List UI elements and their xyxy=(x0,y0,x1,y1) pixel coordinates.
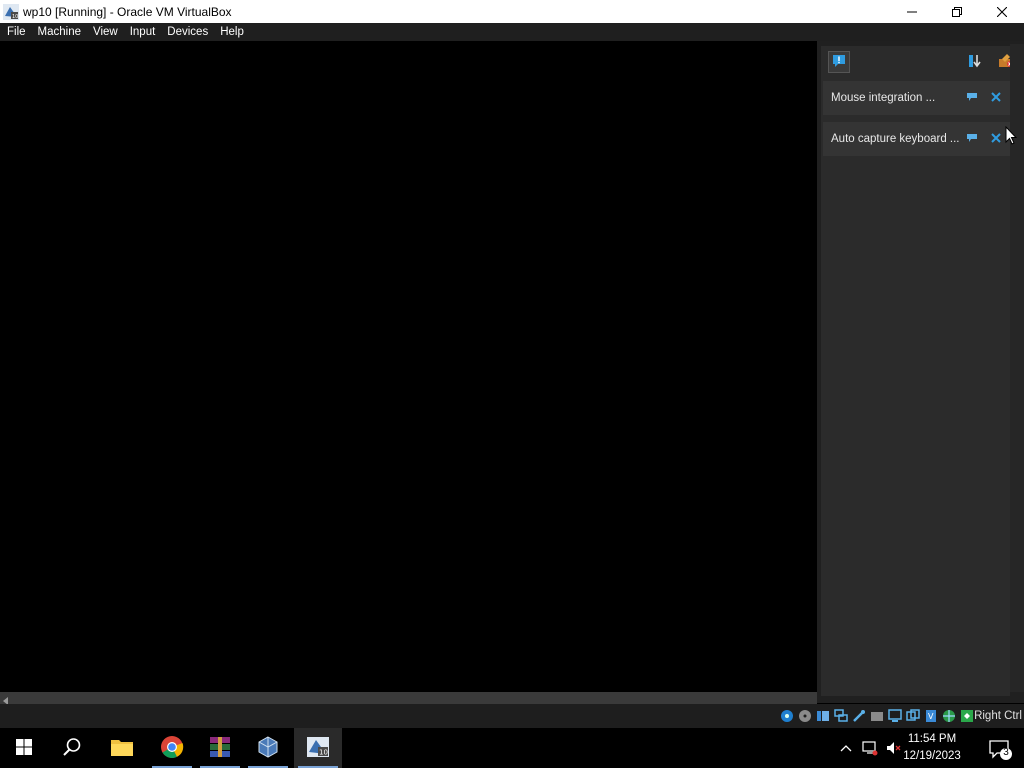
title-bar: 10 wp10 [Running] - Oracle VM VirtualBox xyxy=(0,0,1024,23)
notification-list: Mouse integration ... Auto capture keybo… xyxy=(821,46,1013,696)
mouse-integration-icon[interactable] xyxy=(942,709,956,723)
pin-icon xyxy=(966,91,978,105)
host-key-label[interactable]: Right Ctrl xyxy=(974,708,1022,724)
taskbar-winrar[interactable] xyxy=(196,728,244,768)
virtualbox-app-icon[interactable]: 10 xyxy=(3,3,19,20)
keyboard-icon[interactable] xyxy=(960,709,974,723)
virtualbox-vm-icon: 10 xyxy=(306,736,330,761)
search-icon xyxy=(62,737,82,760)
close-icon xyxy=(991,91,1001,105)
notification-item: Mouse integration ... xyxy=(823,81,1010,115)
window-controls xyxy=(889,0,1024,23)
menu-view[interactable]: View xyxy=(88,23,123,41)
system-tray: 11:54 PM 12/19/2023 3 xyxy=(824,728,1024,768)
svg-text:10: 10 xyxy=(12,14,18,20)
start-button[interactable] xyxy=(0,728,48,768)
horizontal-scrollbar[interactable] xyxy=(0,692,817,705)
network-status-icon[interactable] xyxy=(862,740,878,756)
status-indicators: V xyxy=(776,708,974,724)
taskbar: 10 11:54 PM 12/19/2023 3 xyxy=(0,728,1024,768)
close-button[interactable] xyxy=(979,0,1024,23)
clock-date: 12/19/2023 xyxy=(903,750,961,762)
action-center-button[interactable]: 3 xyxy=(988,738,1012,762)
optical-disk-icon[interactable] xyxy=(798,709,812,723)
taskbar-clock[interactable]: 11:54 PM 12/19/2023 xyxy=(896,731,968,765)
window-title: wp10 [Running] - Oracle VM VirtualBox xyxy=(23,4,232,19)
clock-time: 11:54 PM xyxy=(907,733,957,745)
cursor-arrow-icon xyxy=(1005,125,1018,145)
close-icon xyxy=(991,132,1001,146)
svg-text:10: 10 xyxy=(319,748,328,756)
menu-bar: File Machine View Input Devices Help xyxy=(0,23,1024,41)
menu-help[interactable]: Help xyxy=(215,23,249,41)
minimize-button[interactable] xyxy=(889,0,934,23)
virtualbox-icon xyxy=(256,735,280,762)
video-capture-icon[interactable] xyxy=(906,709,920,723)
shared-folders-icon[interactable] xyxy=(870,709,884,723)
notification-center-toggle[interactable] xyxy=(828,51,850,73)
scroll-left-arrow-icon[interactable] xyxy=(2,694,10,705)
display-icon[interactable] xyxy=(888,709,902,723)
cpu-icon[interactable]: V xyxy=(924,709,938,723)
usb-icon[interactable] xyxy=(852,709,866,723)
notification-count-badge: 3 xyxy=(1003,747,1009,758)
notification-center: Mouse integration ... Auto capture keybo… xyxy=(817,41,1024,703)
mouse-cursor xyxy=(1005,125,1018,145)
chevron-up-icon[interactable] xyxy=(838,740,854,756)
notification-toolbar xyxy=(821,46,1013,79)
search-button[interactable] xyxy=(48,728,96,768)
restore-button[interactable] xyxy=(934,0,979,23)
pin-icon xyxy=(966,132,978,146)
notification-text: Mouse integration ... xyxy=(831,92,936,104)
vm-status-bar: V Right Ctrl xyxy=(0,704,1024,728)
sort-button[interactable] xyxy=(964,51,986,73)
notification-close-button[interactable] xyxy=(989,91,1003,105)
taskbar-virtualbox-vm[interactable]: 10 xyxy=(294,728,342,768)
notification-close-button[interactable] xyxy=(989,132,1003,146)
svg-text:V: V xyxy=(928,712,934,721)
taskbar-virtualbox-manager[interactable] xyxy=(244,728,292,768)
menu-devices[interactable]: Devices xyxy=(162,23,213,41)
hard-disk-icon[interactable] xyxy=(780,709,794,723)
taskbar-file-explorer[interactable] xyxy=(98,728,146,768)
notification-help-button[interactable] xyxy=(965,91,979,105)
message-icon xyxy=(832,54,846,71)
menu-machine[interactable]: Machine xyxy=(33,23,86,41)
menu-file[interactable]: File xyxy=(2,23,31,41)
winrar-icon xyxy=(208,735,232,762)
chrome-icon xyxy=(160,735,184,762)
taskbar-chrome[interactable] xyxy=(148,728,196,768)
notification-text: Auto capture keyboard ... xyxy=(831,133,960,145)
menu-input[interactable]: Input xyxy=(125,23,161,41)
folder-icon xyxy=(110,737,134,760)
windows-icon xyxy=(16,738,32,758)
notification-help-button[interactable] xyxy=(965,132,979,146)
network-icon[interactable] xyxy=(834,709,848,723)
vm-display[interactable] xyxy=(0,41,817,692)
notification-item: Auto capture keyboard ... xyxy=(823,122,1010,156)
audio-icon[interactable] xyxy=(816,709,830,723)
sort-icon xyxy=(967,53,983,72)
